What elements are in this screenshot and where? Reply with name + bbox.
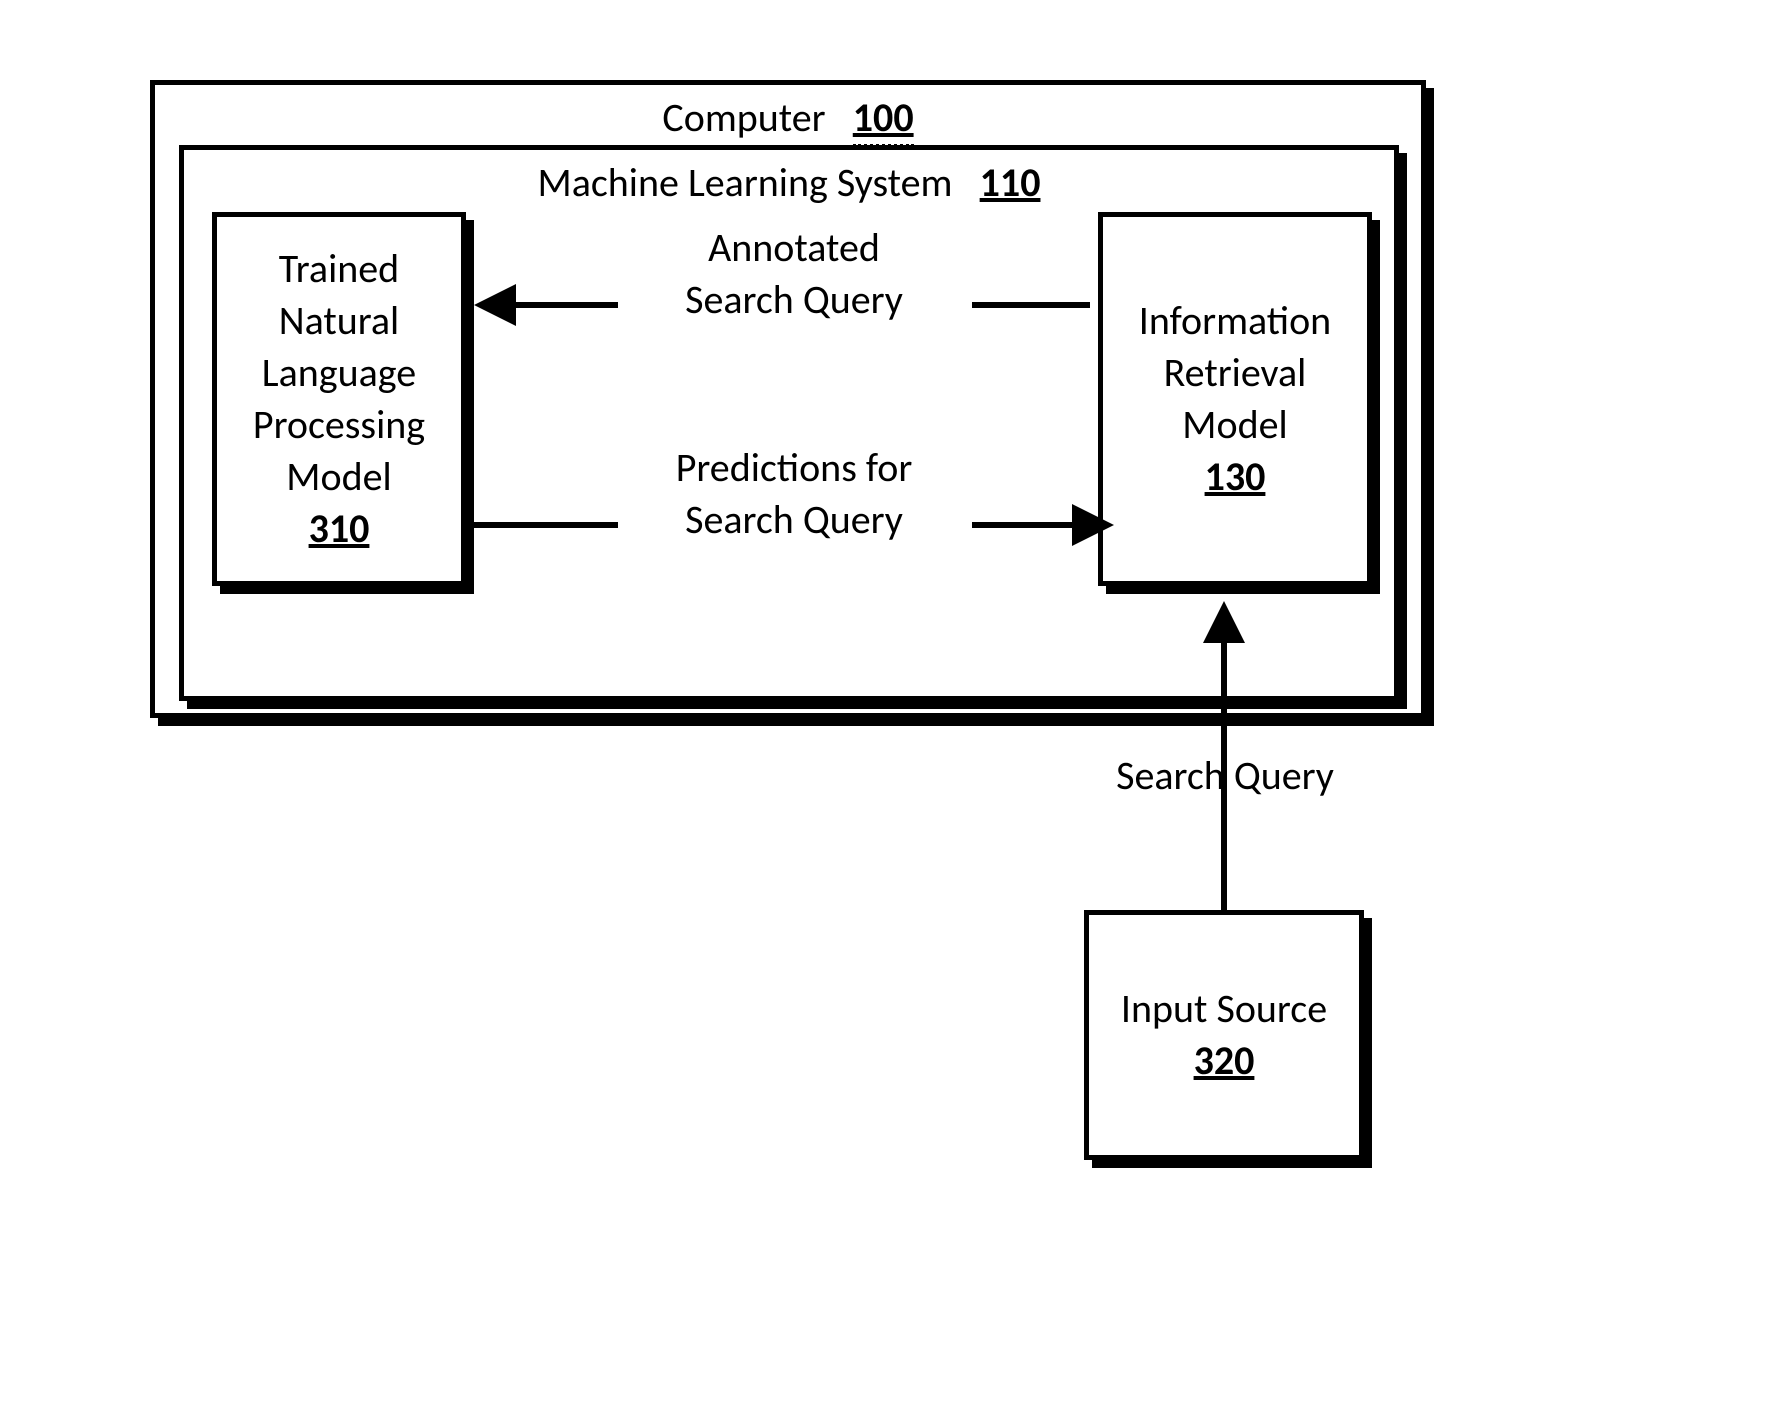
ml-system-box: Machine Learning System 110 Trained Natu… (179, 145, 1399, 701)
input-source-box: Input Source 320 (1084, 910, 1364, 1160)
computer-title: Computer 100 (155, 85, 1421, 142)
input-source-label: Input Source 320 (1121, 983, 1327, 1087)
diagram-root: Computer 100 Machine Learning System 110… (150, 80, 1650, 1320)
annotated-edge-label: Annotated Search Query (614, 222, 974, 326)
nlp-model-box: Trained Natural Language Processing Mode… (212, 212, 466, 586)
computer-label: Computer (662, 93, 825, 142)
search-query-edge-label: Search Query (1095, 750, 1355, 802)
ml-system-title: Machine Learning System 110 (184, 150, 1394, 207)
predictions-edge-label: Predictions for Search Query (614, 442, 974, 546)
ir-model-box: Information Retrieval Model 130 (1098, 212, 1372, 586)
nlp-model-label: Trained Natural Language Processing Mode… (253, 243, 425, 555)
nlp-model-ref: 310 (309, 504, 370, 553)
ir-model-label: Information Retrieval Model 130 (1139, 295, 1331, 503)
ml-system-label: Machine Learning System (538, 158, 953, 207)
input-source-ref: 320 (1194, 1036, 1255, 1085)
ir-model-ref: 130 (1205, 452, 1266, 501)
computer-ref: 100 (853, 93, 914, 147)
computer-box: Computer 100 Machine Learning System 110… (150, 80, 1426, 718)
ml-system-ref: 110 (980, 158, 1041, 207)
